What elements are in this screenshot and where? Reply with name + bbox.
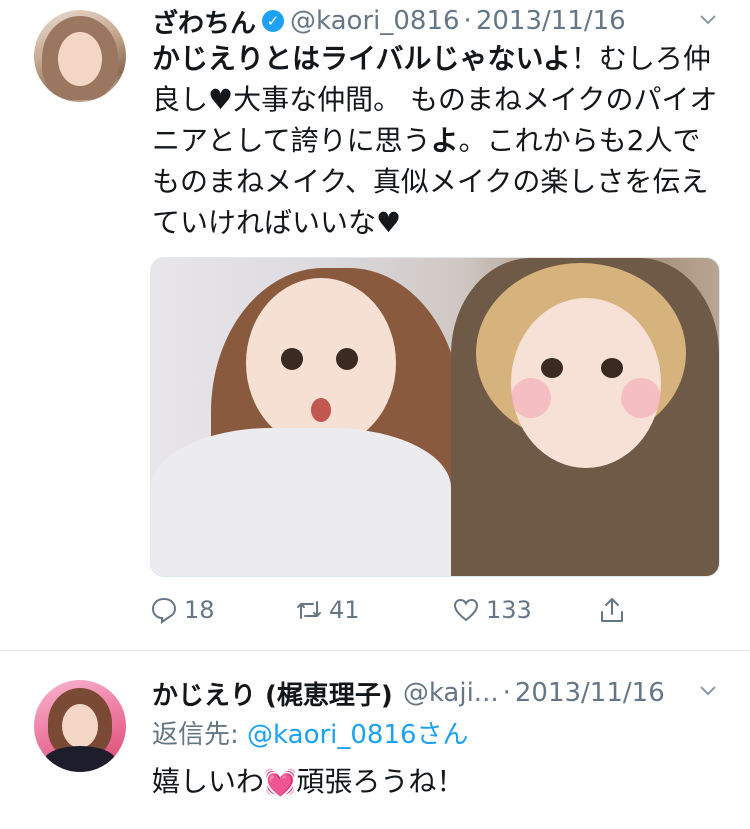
- replying-to: 返信先: @kaori_0816さん: [152, 714, 469, 751]
- black-heart-icon: ♥: [376, 206, 402, 239]
- photo-sweater-left: [151, 428, 451, 576]
- like-count: 133: [486, 596, 532, 624]
- photo-eye: [601, 358, 623, 378]
- tweet-photo[interactable]: [150, 257, 720, 577]
- avatar-face: [62, 704, 98, 748]
- chevron-down-icon[interactable]: [698, 680, 718, 700]
- photo-eye: [336, 348, 358, 370]
- avatar-clothing: [44, 746, 116, 772]
- tweet-main[interactable]: ざわちん ✓ @kaori_0816 · 2013/11/16 かじえりとはライ…: [0, 0, 750, 650]
- photo-blush: [511, 378, 551, 418]
- tweet-text-bold: かじえりとはライバルじゃないよ: [152, 42, 571, 75]
- avatar-zawachin[interactable]: [34, 10, 126, 102]
- display-name[interactable]: かじえり (梶恵理子): [152, 675, 393, 712]
- reply-text-part: 嬉しいわ: [152, 765, 265, 798]
- photo-face-left: [246, 278, 396, 448]
- replying-to-label: 返信先:: [152, 720, 248, 750]
- black-heart-icon: ♥: [208, 83, 234, 116]
- retweet-count: 41: [329, 596, 360, 624]
- photo-mouth: [311, 398, 331, 422]
- like-button[interactable]: 133: [452, 596, 532, 624]
- heart-icon: [453, 598, 479, 622]
- tweet-header: ざわちん ✓ @kaori_0816 · 2013/11/16: [152, 2, 626, 40]
- retweet-button[interactable]: 41: [295, 596, 360, 624]
- reply-text-part: 頑張ろうね！: [296, 765, 465, 798]
- tweet-text: かじえりとはライバルじゃないよ！むしろ仲良し♥大事な仲間。 ものまねメイクのパイ…: [152, 38, 722, 243]
- avatar-face: [58, 32, 102, 86]
- reply-count: 18: [184, 596, 215, 624]
- reply-tweet-text: 嬉しいわ💓頑張ろうね！: [152, 760, 464, 800]
- reply-icon: [151, 597, 177, 624]
- photo-blush: [621, 378, 661, 418]
- tweet-divider: [0, 650, 750, 651]
- reply-tweet-header: かじえり (梶恵理子) @kaji... · 2013/11/16: [152, 674, 665, 712]
- avatar-kajieri[interactable]: [34, 680, 126, 772]
- share-icon: [601, 598, 623, 622]
- display-name[interactable]: ざわちん: [152, 3, 256, 40]
- user-handle[interactable]: @kaori_0816: [290, 6, 460, 36]
- tweet-date[interactable]: 2013/11/16: [515, 678, 665, 708]
- separator-dot: ·: [463, 6, 472, 36]
- tweet-date[interactable]: 2013/11/16: [476, 6, 626, 36]
- chevron-down-icon[interactable]: [698, 9, 718, 29]
- share-button[interactable]: [598, 596, 632, 624]
- separator-dot: ·: [502, 678, 511, 708]
- replying-to-handle-link[interactable]: @kaori_0816さん: [247, 720, 469, 750]
- retweet-icon: [297, 601, 321, 619]
- tweet-actions: 18 41 133: [150, 596, 690, 632]
- photo-eye: [281, 348, 303, 370]
- reply-button[interactable]: 18: [150, 596, 215, 624]
- tweet-text-bold: よ: [430, 124, 459, 157]
- sparkling-heart-icon: 💓: [264, 768, 297, 798]
- verified-badge-icon: ✓: [262, 10, 285, 32]
- photo-eye: [541, 358, 563, 378]
- user-handle[interactable]: @kaji...: [403, 678, 499, 708]
